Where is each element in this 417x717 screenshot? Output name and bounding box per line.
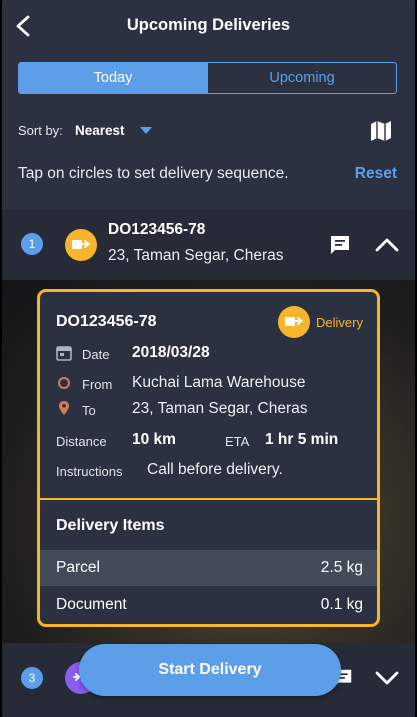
calendar-icon	[56, 346, 72, 361]
map-icon[interactable]	[368, 118, 394, 144]
truck-icon	[278, 306, 311, 338]
origin-circle-icon	[58, 377, 70, 389]
item-weight: 2.5 kg	[320, 559, 363, 576]
chat-icon[interactable]	[328, 233, 352, 257]
date-tabs: Today Upcoming	[18, 62, 397, 94]
delivery-address: 23, Taman Segar, Cheras	[108, 247, 284, 264]
item-weight: 0.1 kg	[320, 596, 363, 613]
delivery-type-chip: Delivery	[278, 306, 363, 338]
sequence-badge[interactable]: 3	[21, 667, 43, 689]
card-divider	[40, 498, 377, 500]
delivery-items-title: Delivery Items	[56, 517, 165, 534]
truck-icon	[65, 229, 97, 261]
sequence-badge[interactable]: 1	[21, 233, 43, 255]
sequence-hint: Tap on circles to set delivery sequence.	[18, 165, 289, 182]
from-value: Kuchai Lama Warehouse	[132, 374, 306, 391]
item-name: Document	[56, 596, 127, 613]
sort-value[interactable]: Nearest	[75, 123, 125, 138]
date-value: 2018/03/28	[132, 344, 210, 361]
page-title: Upcoming Deliveries	[126, 16, 291, 34]
delivery-order-id: DO123456-78	[108, 221, 206, 238]
card-order-id: DO123456-78	[56, 313, 157, 330]
top-bar: Upcoming Deliveries	[2, 0, 415, 52]
delivery-type-label: Delivery	[316, 314, 363, 330]
from-label: From	[82, 377, 113, 392]
to-label: To	[82, 403, 96, 418]
eta-label: ETA	[225, 434, 250, 449]
delivery-list-item[interactable]: 1 DO123456-78 23, Taman Segar, Cheras	[2, 209, 415, 280]
sort-row: Sort by: Nearest	[18, 118, 398, 144]
delivery-detail-card: DO123456-78 Delivery Date 2018/03/28 Fro…	[37, 289, 380, 627]
instructions-label: Instructions	[56, 464, 123, 479]
distance-label: Distance	[56, 434, 107, 449]
chevron-down-icon[interactable]	[374, 667, 400, 689]
sort-label: Sort by:	[18, 123, 63, 138]
distance-value: 10 km	[132, 431, 176, 448]
reset-button[interactable]: Reset	[355, 165, 397, 183]
eta-value: 1 hr 5 min	[265, 431, 339, 448]
to-value: 23, Taman Segar, Cheras	[132, 400, 308, 417]
item-row: Document 0.1 kg	[40, 587, 377, 623]
dropdown-caret-icon[interactable]	[140, 127, 152, 134]
tab-today[interactable]: Today	[19, 63, 207, 93]
instructions-value: Call before delivery.	[147, 461, 283, 478]
chevron-up-icon[interactable]	[374, 234, 400, 256]
app-screen: Upcoming Deliveries Today Upcoming Sort …	[2, 0, 415, 717]
item-row: Parcel 2.5 kg	[40, 550, 377, 586]
start-delivery-button[interactable]: Start Delivery	[79, 644, 341, 696]
location-pin-icon	[59, 401, 69, 415]
item-name: Parcel	[56, 559, 100, 576]
date-label: Date	[82, 347, 110, 362]
tab-upcoming[interactable]: Upcoming	[207, 63, 396, 93]
